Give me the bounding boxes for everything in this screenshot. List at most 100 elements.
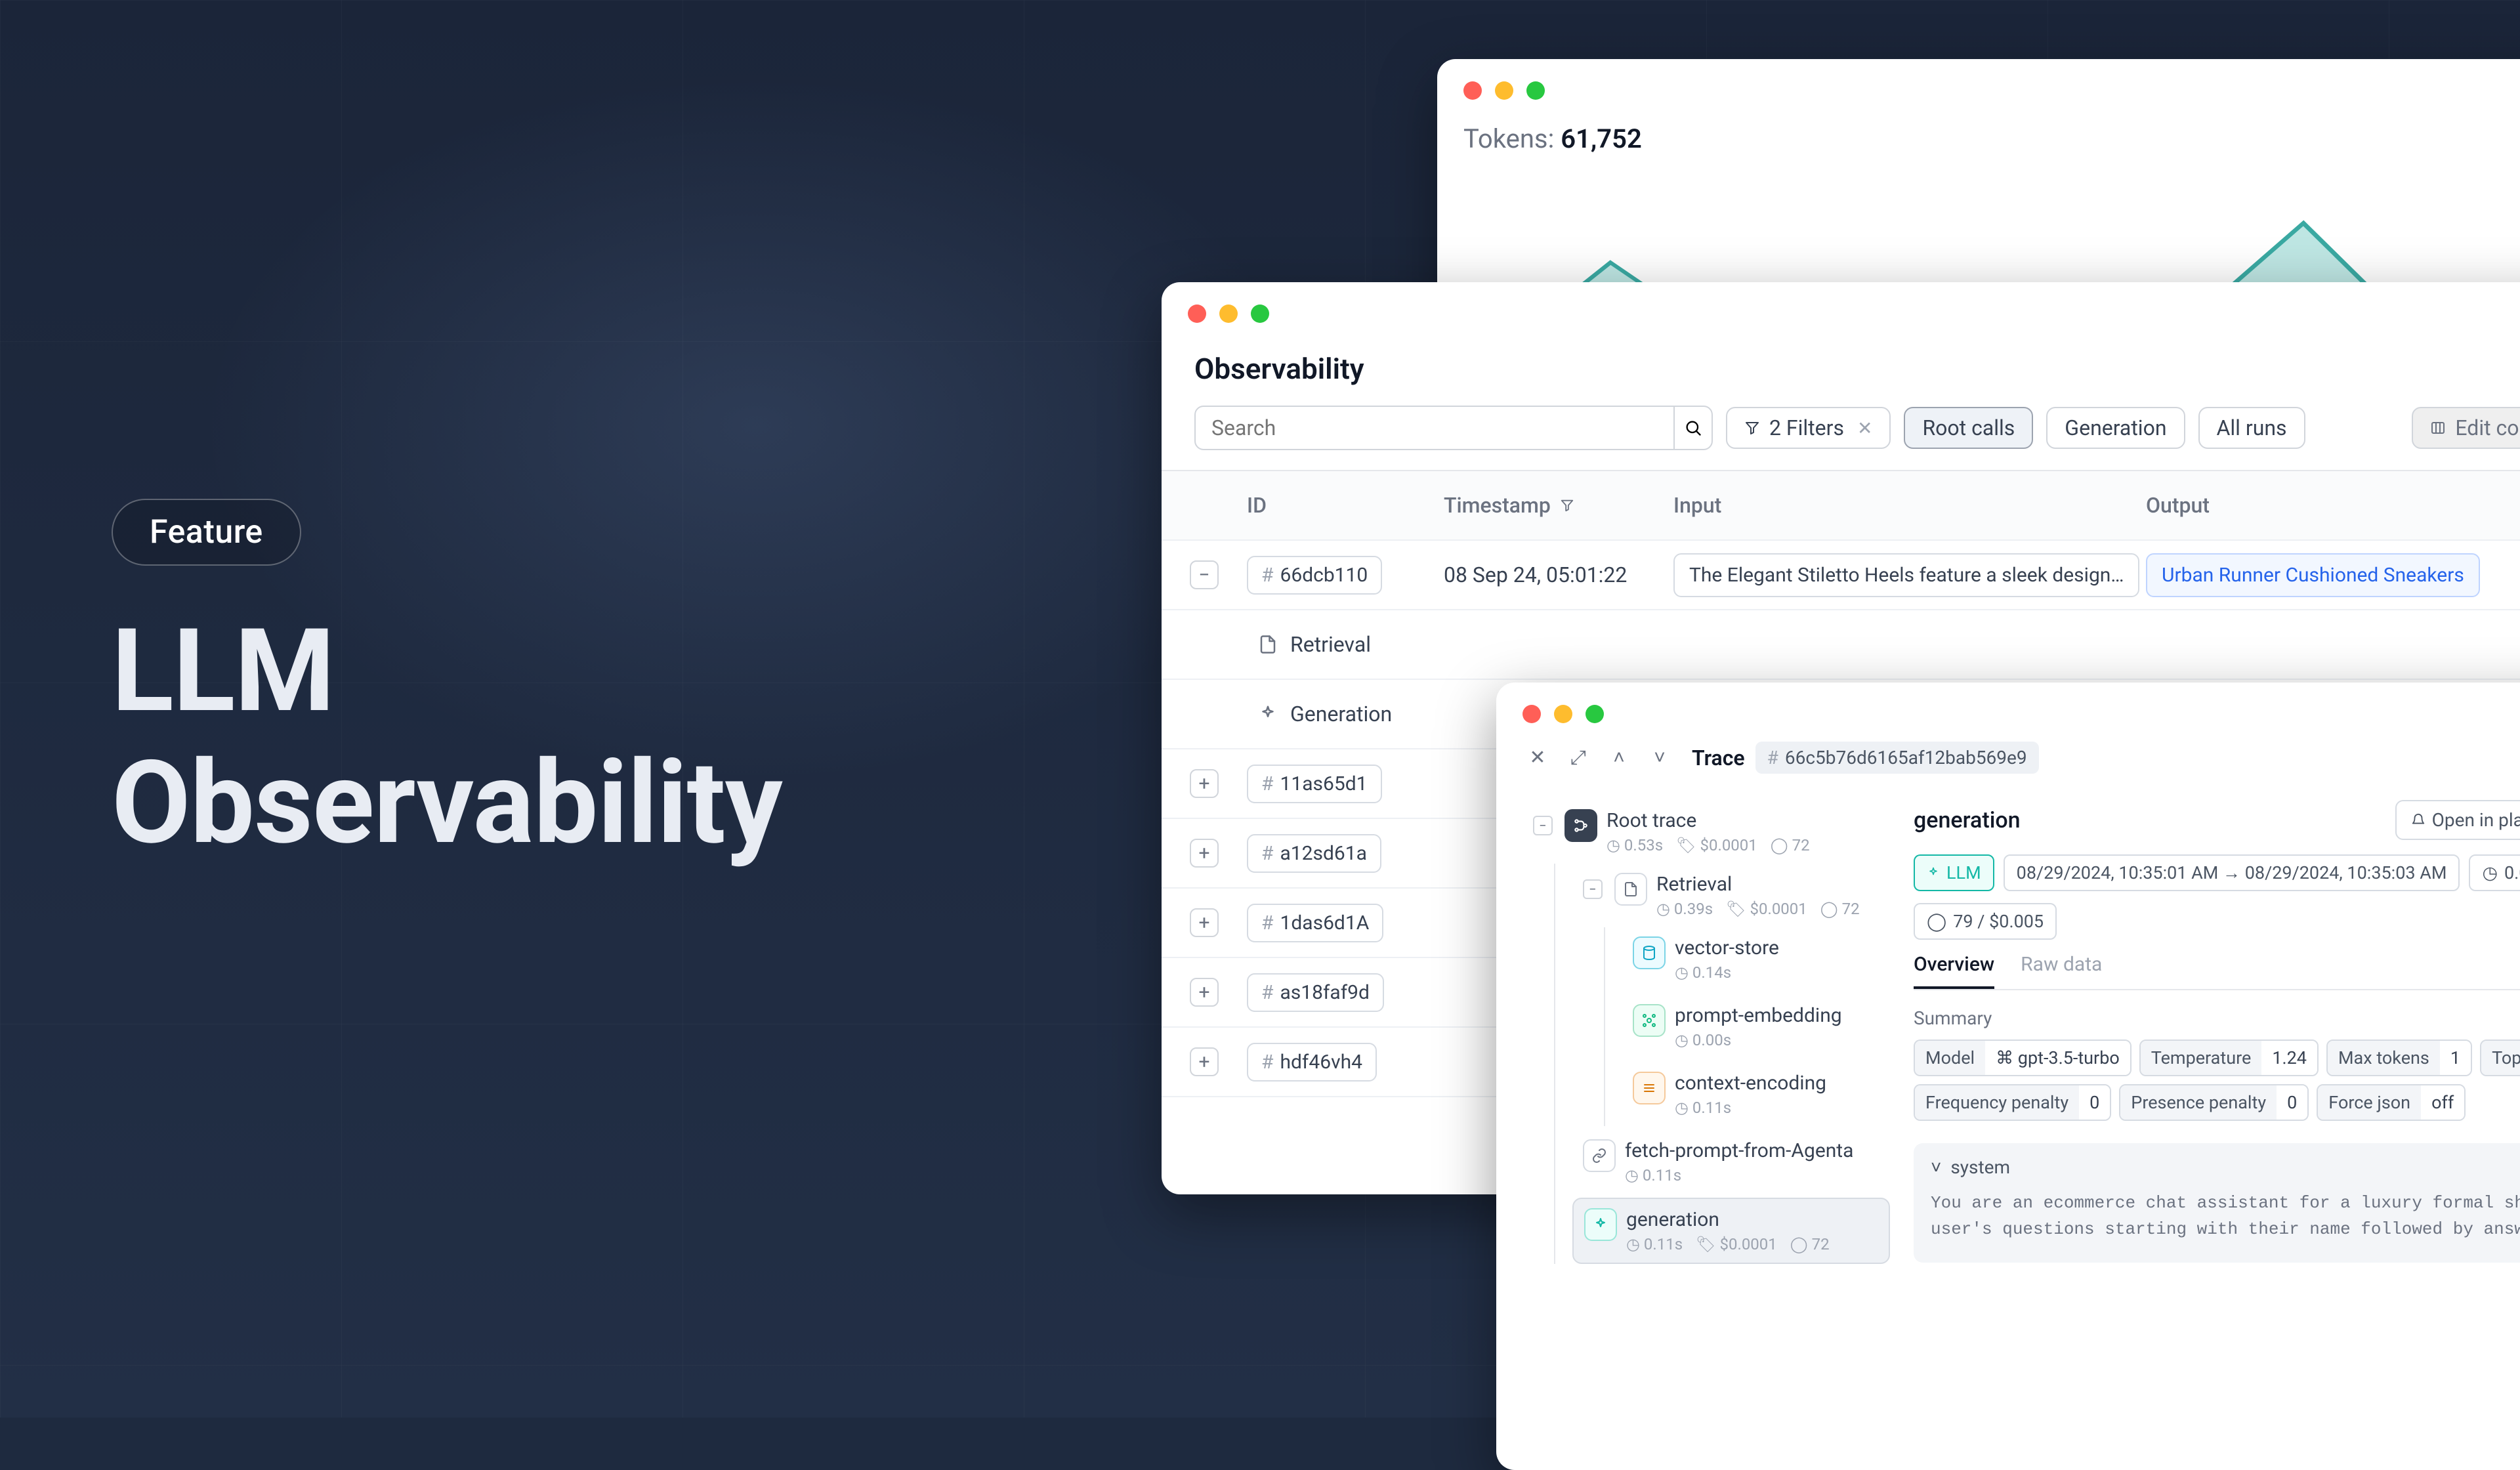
param-freq-penalty: Frequency penalty0 [1914,1084,2111,1121]
id-chip[interactable]: #as18faf9d [1247,973,1384,1012]
traffic-zoom-icon[interactable] [1251,304,1269,323]
all-runs-pill[interactable]: All runs [2198,407,2305,449]
openai-icon: ⌘ [1996,1047,2013,1068]
col-output[interactable]: Output [2146,493,2520,518]
search-input[interactable] [1196,415,1673,440]
traffic-minimize-icon[interactable] [1495,81,1513,100]
system-label: system [1950,1156,2010,1178]
table-subrow[interactable]: Retrieval [1162,610,2520,680]
tree-node-generation[interactable]: generation ◷ 0.11s 🏷 $0.0001 ◯ 72 [1572,1198,1890,1264]
tree-node-vector[interactable]: vector-store ◷ 0.14s [1622,927,1890,991]
link-icon [1583,1139,1616,1172]
tree-node-root[interactable]: − Root trace ◷ 0.53s 🏷 $0.0001 ◯ 72 [1522,800,1890,864]
param-temperature: Temperature1.24 [2139,1040,2319,1076]
id-chip[interactable]: #66dcb110 [1247,556,1382,595]
traffic-zoom-icon[interactable] [1586,705,1604,723]
generation-pill[interactable]: Generation [2046,407,2185,449]
expand-icon[interactable]: + [1190,1047,1219,1076]
tab-overview[interactable]: Overview [1914,953,1994,989]
trace-detail: generation Open in playground Add to tes… [1914,800,2520,1450]
col-id[interactable]: ID [1247,493,1444,518]
node-title: Root trace [1606,809,1810,832]
traffic-close-icon[interactable] [1463,81,1482,100]
id-chip[interactable]: #hdf46vh4 [1247,1043,1377,1082]
param-model: Model ⌘ gpt-3.5-turbo [1914,1040,2132,1076]
tag-icon: 🏷 $0.0001 [1676,836,1757,854]
col-timestamp[interactable]: Timestamp [1444,493,1673,518]
traffic-close-icon[interactable] [1522,705,1541,723]
param-top-p: Top-p-1 [2480,1040,2520,1076]
collapse-icon[interactable]: − [1190,560,1219,589]
token-cost-chip: ◯ 79 / $0.005 [1914,903,2057,940]
chevron-down-icon[interactable]: ˅ [1931,1156,1941,1178]
llm-tag: LLM [1914,854,1994,891]
traffic-zoom-icon[interactable] [1526,81,1545,100]
chevron-up-icon[interactable]: ˄ [1604,743,1634,773]
id-chip[interactable]: #a12sd61a [1247,834,1381,873]
traffic-minimize-icon[interactable] [1219,304,1238,323]
filter-icon [1744,420,1760,436]
duration-chip: ◷ 0.02s [2469,854,2520,891]
chevron-down-icon[interactable]: ˅ [1645,743,1675,773]
tokens-label: Tokens: [1463,123,1554,154]
tree-node-fetch[interactable]: fetch-prompt-from-Agenta ◷ 0.11s [1572,1130,1890,1194]
node-title: prompt-embedding [1675,1004,1842,1027]
tree-collapse-icon[interactable]: − [1583,879,1603,899]
sparkle-icon [1927,866,1940,879]
tab-raw[interactable]: Raw data [2021,953,2102,989]
root-calls-pill[interactable]: Root calls [1904,407,2033,449]
output-cell: Urban Runner Cushioned Sneakers [2146,553,2480,597]
tree-node-context[interactable]: context-encoding ◷ 0.11s [1622,1062,1890,1126]
expand-icon[interactable]: ⤢ [1563,743,1593,773]
col-input[interactable]: Input [1673,493,2146,518]
trace-label: Trace [1692,746,1745,770]
search-icon[interactable] [1673,407,1712,449]
tree-root-icon [1564,809,1597,842]
input-cell: The Elegant Stiletto Heels feature a sle… [1673,553,2139,597]
expand-icon[interactable]: + [1190,908,1219,937]
embedding-icon [1633,1004,1666,1037]
close-icon[interactable]: ✕ [1522,743,1553,773]
bell-icon [2411,813,2426,828]
param-max-tokens: Max tokens1 [2326,1040,2472,1076]
expand-icon[interactable]: + [1190,839,1219,868]
id-chip[interactable]: #11as65d1 [1247,765,1382,803]
document-icon [1614,873,1647,906]
tree-node-retrieval[interactable]: − Retrieval ◷ 0.39s 🏷 $0.0001 ◯ 72 [1572,864,1890,927]
id-chip[interactable]: #1das6d1A [1247,904,1383,942]
edit-columns-button[interactable]: Edit colum [2412,407,2520,449]
expand-icon[interactable]: + [1190,769,1219,798]
trace-tree: − Root trace ◷ 0.53s 🏷 $0.0001 ◯ 72 [1522,800,1890,1450]
detail-title: generation [1914,807,2021,833]
filter-icon [1560,498,1574,513]
filters-button[interactable]: 2 Filters ✕ [1726,407,1891,449]
clear-filters-icon[interactable]: ✕ [1857,417,1872,439]
document-icon [1256,633,1280,656]
param-force-json: Force jsonoff [2317,1084,2466,1121]
filters-label: 2 Filters [1769,415,1844,440]
node-title: vector-store [1675,936,1779,959]
open-playground-button[interactable]: Open in playground [2395,800,2520,840]
database-icon [1633,936,1666,969]
system-prompt-block: ˅ system You are an ecommerce chat assis… [1914,1143,2520,1263]
node-title: context-encoding [1675,1072,1826,1095]
search-box [1194,406,1713,450]
tokens-value: 61,752 [1561,123,1642,154]
hero-title: LLM Observability [112,605,782,870]
sparkle-icon [1584,1208,1617,1241]
table-row[interactable]: − #66dcb110 08 Sep 24, 05:01:22 The Eleg… [1162,541,2520,610]
time-range-chip: 08/29/2024, 10:35:01 AM → 08/29/2024, 10… [2004,854,2460,891]
timestamp-cell: 08 Sep 24, 05:01:22 [1444,562,1673,587]
trace-window: ✕ ⤢ ˄ ˅ Trace #66c5b76d6165af12bab569e9 … [1496,682,2520,1470]
feature-badge: Feature [112,499,301,566]
clock-icon: ◷ 0.53s [1606,836,1663,854]
traffic-minimize-icon[interactable] [1554,705,1572,723]
traffic-close-icon[interactable] [1188,304,1206,323]
trace-id-chip[interactable]: #66c5b76d6165af12bab569e9 [1755,742,2039,774]
subrow-label: Retrieval [1290,632,1371,657]
tree-node-embedding[interactable]: prompt-embedding ◷ 0.00s [1622,995,1890,1059]
subrow-label: Generation [1290,702,1392,726]
toolbar: 2 Filters ✕ Root calls Generation All ru… [1162,406,2520,470]
tree-collapse-icon[interactable]: − [1533,816,1553,835]
expand-icon[interactable]: + [1190,978,1219,1007]
